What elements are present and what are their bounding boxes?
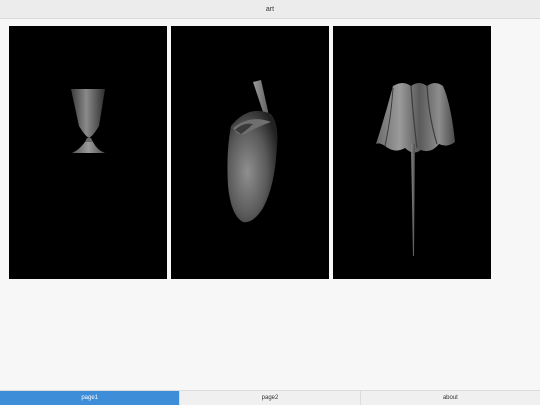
page-title: art [265, 5, 275, 13]
title-bar: art [0, 0, 540, 19]
bottom-tab-bar: page1 page2 about [0, 390, 540, 405]
artwork-tile-pitcher[interactable] [171, 26, 329, 279]
tab-about[interactable]: about [361, 391, 540, 405]
tab-page2[interactable]: page2 [180, 391, 361, 405]
image-gallery [9, 26, 491, 279]
drapery-image [376, 83, 455, 256]
pitcher-image [227, 80, 278, 223]
artwork-tile-drapery[interactable] [333, 26, 491, 279]
tab-page1[interactable]: page1 [0, 391, 181, 405]
artwork-tile-goblet[interactable] [9, 26, 167, 279]
goblet-image [71, 89, 105, 153]
